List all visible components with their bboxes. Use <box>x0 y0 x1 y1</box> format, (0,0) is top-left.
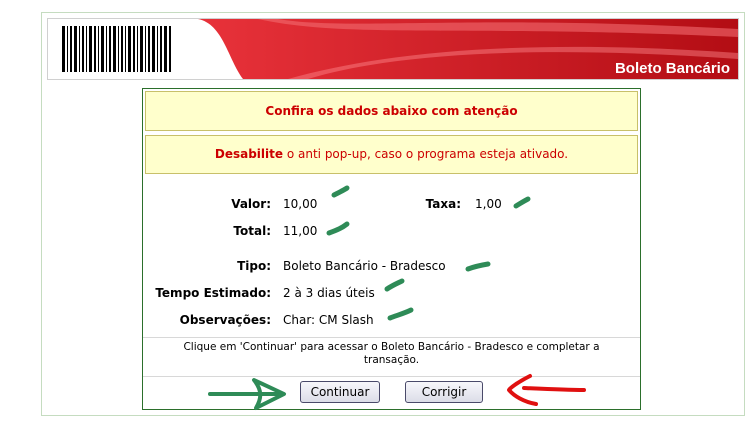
popup-notice-bold: Desabilite <box>214 147 284 161</box>
tempo-label: Tempo Estimado: <box>155 286 271 300</box>
tipo-label: Tipo: <box>237 259 271 273</box>
header-banner: Boleto Bancário <box>47 18 739 80</box>
taxa-value: 1,00 <box>475 197 502 211</box>
valor-label: Valor: <box>231 197 271 211</box>
observacoes-label: Observações: <box>179 313 271 327</box>
observacoes-value: Char: CM Slash <box>283 313 374 327</box>
corrigir-button[interactable]: Corrigir <box>405 381 483 403</box>
popup-notice: Desabilite o anti pop-up, caso o program… <box>145 135 638 174</box>
tempo-value: 2 à 3 dias úteis <box>283 286 375 300</box>
popup-notice-text: o anti pop-up, caso o programa esteja at… <box>283 147 569 161</box>
barcode-icon <box>62 26 171 72</box>
continue-info-line2: transação. <box>363 354 420 366</box>
total-value: 11,00 <box>283 224 318 238</box>
continue-info: Clique em 'Continuar' para acessar o Bol… <box>143 337 640 377</box>
payment-panel: Confira os dados abaixo com atenção Desa… <box>142 88 641 410</box>
tipo-value: Boleto Bancário - Bradesco <box>283 259 446 273</box>
header-title: Boleto Bancário <box>614 60 730 77</box>
total-label: Total: <box>233 224 271 238</box>
taxa-label: Taxa: <box>425 197 461 211</box>
confirm-notice: Confira os dados abaixo com atenção <box>145 91 638 131</box>
continuar-button[interactable]: Continuar <box>300 381 380 403</box>
continue-info-line1: Clique em 'Continuar' para acessar o Bol… <box>183 341 600 353</box>
